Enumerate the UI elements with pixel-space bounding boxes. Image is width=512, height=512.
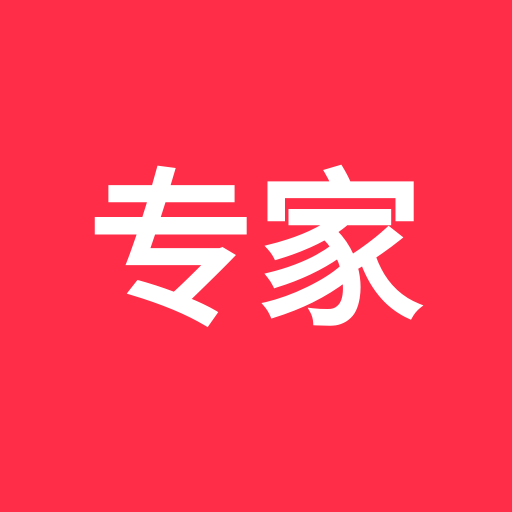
app-icon: 专家 [0, 0, 512, 512]
icon-label: 专家 [88, 154, 424, 350]
